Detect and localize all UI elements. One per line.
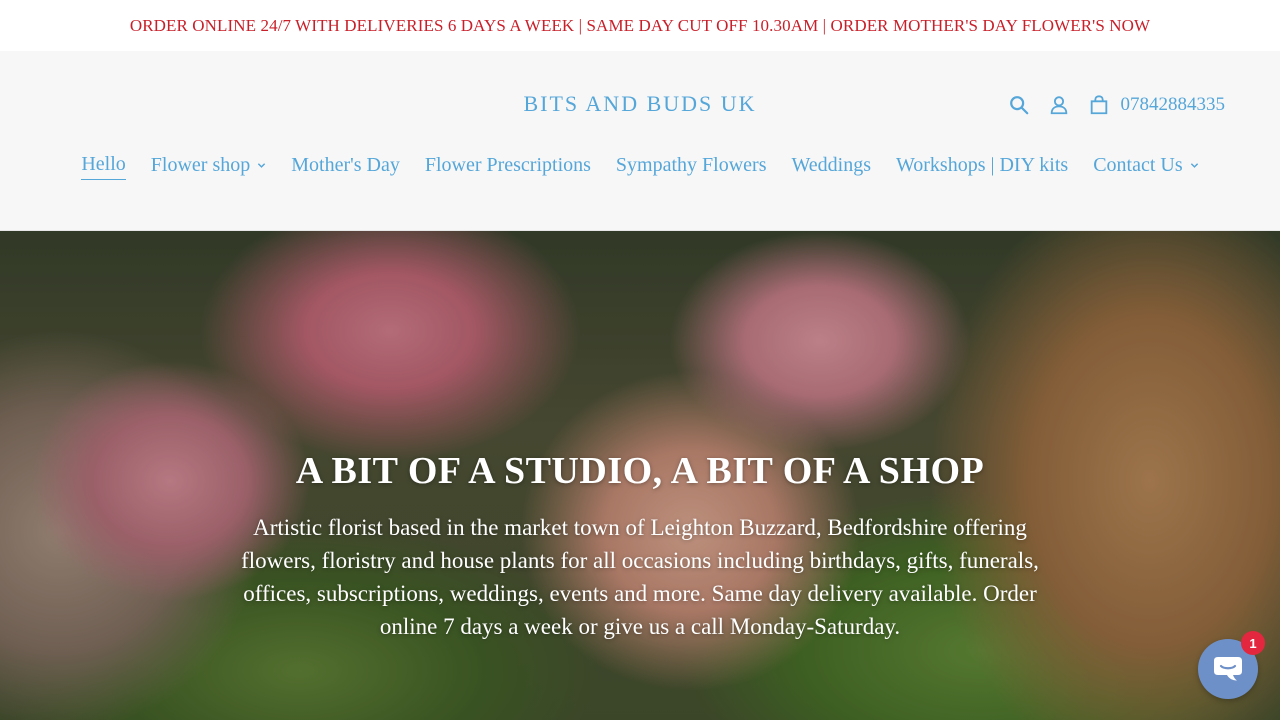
cart-button[interactable]: [1079, 91, 1119, 119]
chat-icon: [1214, 657, 1242, 681]
nav-item-contact-us[interactable]: Contact Us: [1093, 153, 1198, 180]
nav-item-flower-shop[interactable]: Flower shop: [151, 153, 266, 180]
nav-item-weddings[interactable]: Weddings: [791, 153, 871, 180]
hero-description: Artistic florist based in the market tow…: [241, 515, 1039, 639]
announcement-bar: ORDER ONLINE 24/7 WITH DELIVERIES 6 DAYS…: [0, 0, 1280, 51]
chevron-down-icon: [258, 162, 266, 168]
hero-title: A BIT OF A STUDIO, A BIT OF A SHOP: [295, 450, 985, 492]
announcement-text[interactable]: ORDER ONLINE 24/7 WITH DELIVERIES 6 DAYS…: [130, 16, 1150, 36]
cart-icon: [1090, 95, 1107, 115]
main-nav: Hello Flower shop Mother's Day Flower Pr…: [0, 153, 1280, 180]
nav-item-label: Hello: [81, 153, 126, 175]
nav-item-label: Sympathy Flowers: [615, 153, 767, 176]
search-button[interactable]: [999, 91, 1039, 119]
nav-item-label: Contact Us: [1093, 153, 1183, 176]
nav-item-label: Weddings: [791, 153, 871, 176]
nav-item-label: Mother's Day: [291, 153, 400, 176]
nav-item-hello[interactable]: Hello: [81, 153, 126, 180]
nav-item-label: Flower shop: [150, 153, 251, 176]
site-header: BITS AND BUDS UK 07842884335 Hello Flowe…: [0, 51, 1280, 231]
chevron-down-icon: [1190, 162, 1198, 168]
nav-item-workshops[interactable]: Workshops | DIY kits: [896, 153, 1068, 180]
phone-number[interactable]: 07842884335: [1121, 94, 1226, 116]
account-button[interactable]: [1039, 91, 1079, 119]
chat-notification-badge: 1: [1241, 631, 1265, 655]
nav-item-flower-prescriptions[interactable]: Flower Prescriptions: [425, 153, 591, 180]
hero-banner: A BIT OF A STUDIO, A BIT OF A SHOP Artis…: [0, 231, 1280, 720]
search-icon: [1009, 96, 1028, 115]
nav-item-label: Flower Prescriptions: [424, 153, 591, 176]
nav-item-sympathy-flowers[interactable]: Sympathy Flowers: [616, 153, 767, 180]
header-icons: 07842884335: [999, 91, 1226, 119]
nav-item-mothers-day[interactable]: Mother's Day: [291, 153, 400, 180]
account-icon: [1050, 96, 1067, 115]
nav-item-label: Workshops | DIY kits: [895, 153, 1069, 176]
